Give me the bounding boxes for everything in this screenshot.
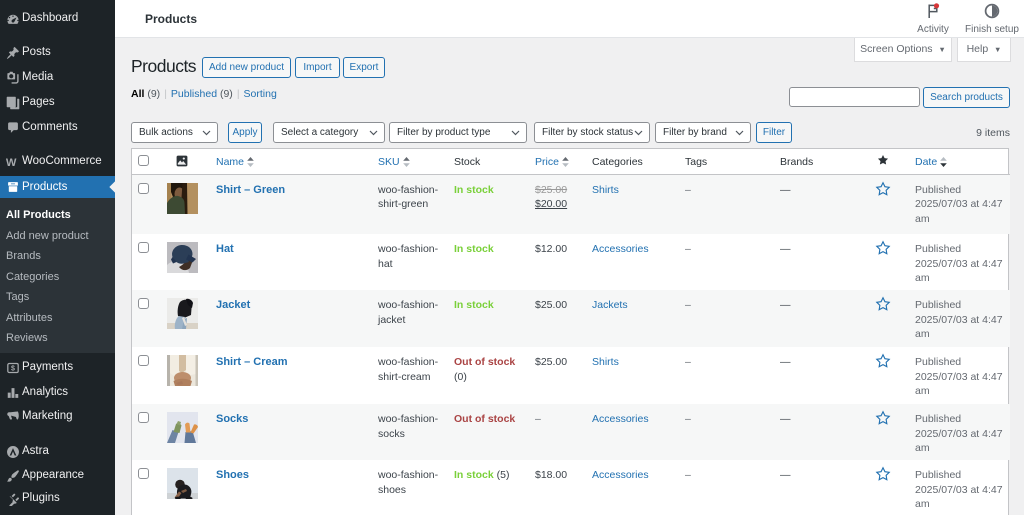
svg-text:W: W — [6, 157, 17, 169]
svg-text:$: $ — [11, 366, 15, 373]
